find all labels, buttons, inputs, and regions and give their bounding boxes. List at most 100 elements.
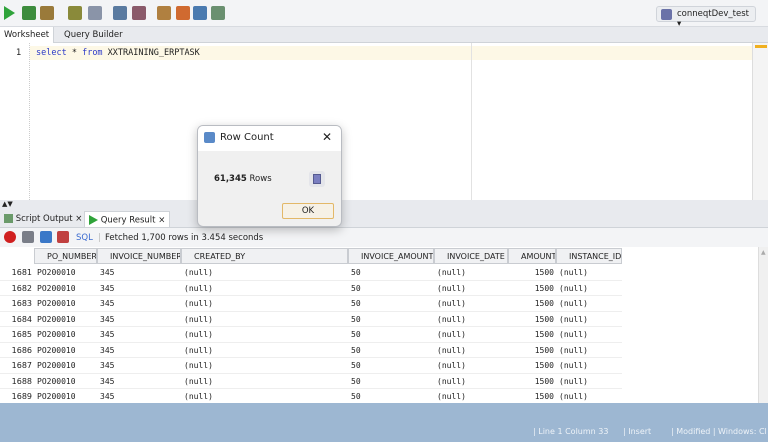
table-cell[interactable]: (null): [437, 330, 466, 339]
table-cell[interactable]: 1500: [535, 377, 554, 386]
sql-code[interactable]: select * from XXTRAINING_ERPTASK: [36, 48, 200, 58]
tab-query-builder[interactable]: Query Builder: [60, 27, 127, 43]
table-cell[interactable]: (null): [184, 330, 213, 339]
close-icon[interactable]: ✕: [322, 130, 332, 144]
column-header-created-by[interactable]: CREATED_BY: [181, 248, 348, 264]
table-row[interactable]: 1683 PO200010 345 (null) 50 (null) 1500 (null): [0, 296, 622, 312]
table-cell[interactable]: 1500: [535, 346, 554, 355]
tab-script-output[interactable]: Script Output ×: [0, 211, 86, 227]
table-cell[interactable]: (null): [559, 268, 588, 277]
table-cell[interactable]: PO200010: [37, 268, 76, 277]
table-cell[interactable]: (null): [437, 315, 466, 324]
cancel-icon[interactable]: [57, 231, 69, 243]
table-row[interactable]: 1685 PO200010 345 (null) 50 (null) 1500 (null): [0, 327, 622, 343]
close-icon[interactable]: ×: [158, 216, 165, 226]
table-cell[interactable]: (null): [559, 346, 588, 355]
table-cell[interactable]: (null): [184, 377, 213, 386]
table-cell[interactable]: (null): [437, 268, 466, 277]
table-cell[interactable]: PO200010: [37, 284, 76, 293]
table-cell[interactable]: (null): [559, 284, 588, 293]
table-cell[interactable]: 345: [100, 284, 114, 293]
column-header-invoice-date[interactable]: INVOICE_DATE: [434, 248, 508, 264]
column-header-instance-id[interactable]: INSTANCE_ID: [556, 248, 622, 264]
column-header-invoice-number[interactable]: INVOICE_NUMBER: [97, 248, 181, 264]
table-cell[interactable]: (null): [184, 392, 213, 401]
table-cell[interactable]: 50: [351, 315, 361, 324]
table-cell[interactable]: (null): [184, 346, 213, 355]
ok-button[interactable]: OK: [282, 203, 334, 219]
table-cell[interactable]: 1500: [535, 361, 554, 370]
table-row[interactable]: 1687 PO200010 345 (null) 50 (null) 1500 (null): [0, 358, 622, 374]
table-cell[interactable]: (null): [437, 284, 466, 293]
table-cell[interactable]: 1500: [535, 392, 554, 401]
print-icon[interactable]: [22, 231, 34, 243]
table-cell[interactable]: 50: [351, 377, 361, 386]
table-cell[interactable]: (null): [559, 377, 588, 386]
pin-icon[interactable]: [4, 231, 16, 243]
table-cell[interactable]: (null): [559, 330, 588, 339]
column-header-po-number[interactable]: PO_NUMBER: [34, 248, 97, 264]
table-cell[interactable]: PO200010: [37, 346, 76, 355]
table-cell[interactable]: 345: [100, 299, 114, 308]
table-cell[interactable]: 1500: [535, 299, 554, 308]
table-cell[interactable]: (null): [437, 377, 466, 386]
table-cell[interactable]: 50: [351, 361, 361, 370]
table-row[interactable]: 1686 PO200010 345 (null) 50 (null) 1500 (null): [0, 343, 622, 358]
collapse-arrows-icon[interactable]: ▲▼: [2, 200, 13, 208]
sql-link[interactable]: SQL: [76, 233, 93, 243]
table-cell[interactable]: 1500: [535, 284, 554, 293]
table-cell[interactable]: (null): [559, 299, 588, 308]
format-icon[interactable]: [211, 6, 225, 20]
table-cell[interactable]: (null): [437, 392, 466, 401]
splitter[interactable]: ▲▼: [0, 200, 768, 210]
table-cell[interactable]: (null): [184, 315, 213, 324]
tab-worksheet[interactable]: Worksheet: [0, 27, 55, 43]
run-script-icon[interactable]: [22, 6, 36, 20]
column-header-amount[interactable]: AMOUNT: [508, 248, 556, 264]
format-icon[interactable]: [193, 6, 207, 20]
run-statement-icon[interactable]: [4, 6, 15, 20]
refresh-icon[interactable]: [40, 231, 52, 243]
table-cell[interactable]: (null): [184, 361, 213, 370]
editor-scrollbar[interactable]: [752, 43, 768, 200]
table-cell[interactable]: 50: [351, 346, 361, 355]
table-cell[interactable]: 345: [100, 346, 114, 355]
sql-tuning-icon[interactable]: [132, 6, 146, 20]
scroll-up-icon[interactable]: ▲: [761, 249, 766, 256]
table-cell[interactable]: (null): [559, 361, 588, 370]
table-cell[interactable]: 50: [351, 392, 361, 401]
tab-query-result[interactable]: Query Result ×: [84, 211, 171, 227]
close-icon[interactable]: ×: [75, 214, 82, 224]
table-cell[interactable]: (null): [184, 299, 213, 308]
table-cell[interactable]: 345: [100, 315, 114, 324]
table-cell[interactable]: 345: [100, 392, 114, 401]
table-cell[interactable]: PO200010: [37, 330, 76, 339]
commit-icon[interactable]: [40, 6, 54, 20]
sql-history-icon[interactable]: [176, 6, 190, 20]
table-row[interactable]: 1681 PO200010 345 (null) 50 (null) 1500 (null): [0, 265, 622, 281]
table-cell[interactable]: 50: [351, 268, 361, 277]
table-cell[interactable]: 345: [100, 268, 114, 277]
clear-icon[interactable]: [157, 6, 171, 20]
table-cell[interactable]: (null): [184, 268, 213, 277]
table-cell[interactable]: 50: [351, 299, 361, 308]
table-cell[interactable]: (null): [184, 284, 213, 293]
connection-selector[interactable]: conneqtDev_test ▾: [656, 6, 756, 29]
table-cell[interactable]: (null): [559, 315, 588, 324]
table-cell[interactable]: (null): [559, 392, 588, 401]
table-cell[interactable]: 1500: [535, 315, 554, 324]
table-cell[interactable]: PO200010: [37, 392, 76, 401]
table-cell[interactable]: PO200010: [37, 361, 76, 370]
table-cell[interactable]: 345: [100, 330, 114, 339]
table-row[interactable]: 1688 PO200010 345 (null) 50 (null) 1500 (null): [0, 374, 622, 389]
table-cell[interactable]: (null): [437, 346, 466, 355]
table-cell[interactable]: 50: [351, 284, 361, 293]
autotrace-icon[interactable]: [113, 6, 127, 20]
table-cell[interactable]: (null): [437, 361, 466, 370]
table-cell[interactable]: PO200010: [37, 315, 76, 324]
table-cell[interactable]: PO200010: [37, 377, 76, 386]
grid-scrollbar[interactable]: ▲: [758, 247, 768, 403]
rollback-icon[interactable]: [68, 6, 82, 20]
table-cell[interactable]: PO200010: [37, 299, 76, 308]
copy-button[interactable]: [309, 171, 325, 187]
